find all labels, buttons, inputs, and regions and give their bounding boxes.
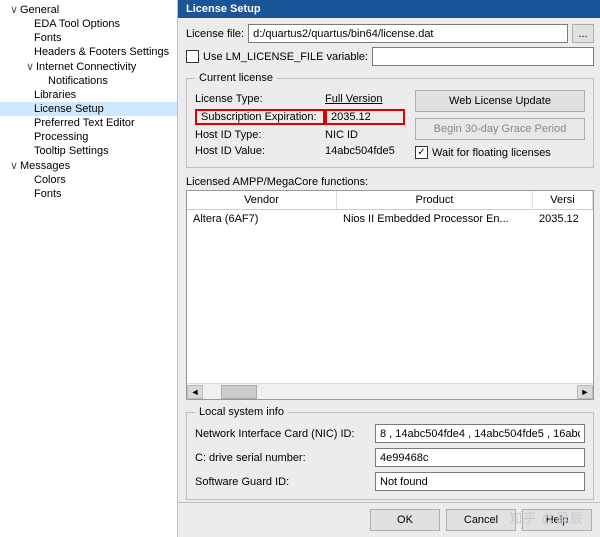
- main-panel: License Setup License file: ... Use LM_L…: [178, 0, 600, 537]
- col-version: Versi: [533, 191, 593, 209]
- table-header: Vendor Product Versi: [187, 191, 593, 210]
- hostid-type-value: NIC ID: [325, 129, 405, 141]
- wait-floating-checkbox[interactable]: ✓ Wait for floating licenses: [415, 146, 585, 159]
- panel-title: License Setup: [178, 0, 600, 18]
- sidebar-item[interactable]: Fonts: [0, 31, 177, 45]
- sidebar-item-label: Notifications: [48, 75, 108, 87]
- sidebar-item-label: Libraries: [34, 89, 76, 101]
- sidebar-item-label: Fonts: [34, 188, 62, 200]
- scroll-thumb[interactable]: [221, 385, 257, 399]
- current-license-legend: Current license: [195, 72, 277, 84]
- local-system-group: Local system info Network Interface Card…: [186, 406, 594, 500]
- web-license-update-button[interactable]: Web License Update: [415, 90, 585, 112]
- use-lm-checkbox[interactable]: Use LM_LICENSE_FILE variable:: [186, 50, 368, 63]
- license-file-input[interactable]: [248, 24, 568, 43]
- horizontal-scrollbar[interactable]: ◄ ►: [187, 383, 593, 399]
- cdrive-label: C: drive serial number:: [195, 452, 375, 464]
- chevron-down-icon: ∨: [8, 3, 20, 16]
- sidebar-item[interactable]: Processing: [0, 130, 177, 144]
- sidebar-item-label: Internet Connectivity: [36, 61, 136, 73]
- sidebar-item[interactable]: ∨Internet Connectivity: [0, 59, 177, 74]
- sidebar-item-label: Tooltip Settings: [34, 145, 109, 157]
- col-product: Product: [337, 191, 533, 209]
- sidebar-item-label: Colors: [34, 174, 66, 186]
- sidebar-item-label: EDA Tool Options: [34, 18, 120, 30]
- license-type-label: License Type:: [195, 93, 325, 105]
- local-system-legend: Local system info: [195, 406, 288, 418]
- sidebar-item[interactable]: ∨General: [0, 2, 177, 17]
- subscription-exp-label: Subscription Expiration:: [195, 109, 325, 125]
- softguard-label: Software Guard ID:: [195, 476, 375, 488]
- hostid-value-label: Host ID Value:: [195, 145, 325, 157]
- functions-table[interactable]: Vendor Product Versi Altera (6AF7) Nios …: [186, 190, 594, 400]
- chevron-down-icon: ∨: [8, 159, 20, 172]
- cell-product: Nios II Embedded Processor En...: [337, 210, 533, 228]
- sidebar-item-label: Headers & Footers Settings: [34, 46, 169, 58]
- chevron-down-icon: ∨: [24, 60, 36, 73]
- license-type-value: Full Version: [325, 93, 405, 105]
- sidebar-item-label: Processing: [34, 131, 88, 143]
- checkbox-box: [186, 50, 199, 63]
- sidebar-item[interactable]: Preferred Text Editor: [0, 116, 177, 130]
- scroll-right-icon[interactable]: ►: [577, 385, 593, 399]
- sidebar-item[interactable]: ∨Messages: [0, 158, 177, 173]
- hostid-value-value: 14abc504fde5: [325, 145, 405, 157]
- table-row[interactable]: Altera (6AF7) Nios II Embedded Processor…: [187, 210, 593, 228]
- sidebar-item[interactable]: Tooltip Settings: [0, 144, 177, 158]
- sidebar-item[interactable]: EDA Tool Options: [0, 17, 177, 31]
- sidebar-item-label: License Setup: [34, 103, 104, 115]
- options-tree[interactable]: ∨GeneralEDA Tool OptionsFontsHeaders & F…: [0, 0, 178, 537]
- sidebar-item[interactable]: Headers & Footers Settings: [0, 45, 177, 59]
- cell-version: 2035.12: [533, 210, 593, 228]
- sidebar-item-label: Fonts: [34, 32, 62, 44]
- cdrive-input[interactable]: [375, 448, 585, 467]
- ok-button[interactable]: OK: [370, 509, 440, 531]
- cancel-button[interactable]: Cancel: [446, 509, 516, 531]
- current-license-group: Current license License Type: Full Versi…: [186, 72, 594, 168]
- nic-id-input[interactable]: [375, 424, 585, 443]
- subscription-exp-value: 2035.12: [325, 109, 405, 125]
- sidebar-item[interactable]: Fonts: [0, 187, 177, 201]
- dialog-footer: OK Cancel Help: [178, 502, 600, 537]
- hostid-type-label: Host ID Type:: [195, 129, 325, 141]
- sidebar-item[interactable]: Libraries: [0, 88, 177, 102]
- col-vendor: Vendor: [187, 191, 337, 209]
- sidebar-item-label: Messages: [20, 160, 70, 172]
- grace-period-button[interactable]: Begin 30-day Grace Period: [415, 118, 585, 140]
- sidebar-item[interactable]: Notifications: [0, 74, 177, 88]
- use-lm-label: Use LM_LICENSE_FILE variable:: [203, 51, 368, 63]
- browse-button[interactable]: ...: [572, 24, 594, 43]
- cell-vendor: Altera (6AF7): [187, 210, 337, 228]
- checkbox-box: ✓: [415, 146, 428, 159]
- softguard-input[interactable]: [375, 472, 585, 491]
- functions-label: Licensed AMPP/MegaCore functions:: [186, 176, 594, 188]
- wait-floating-label: Wait for floating licenses: [432, 147, 551, 159]
- sidebar-item[interactable]: License Setup: [0, 102, 177, 116]
- nic-id-label: Network Interface Card (NIC) ID:: [195, 428, 375, 440]
- help-button[interactable]: Help: [522, 509, 592, 531]
- sidebar-item-label: Preferred Text Editor: [34, 117, 135, 129]
- license-file-label: License file:: [186, 28, 244, 40]
- use-lm-input[interactable]: [372, 47, 594, 66]
- scroll-left-icon[interactable]: ◄: [187, 385, 203, 399]
- sidebar-item-label: General: [20, 4, 59, 16]
- sidebar-item[interactable]: Colors: [0, 173, 177, 187]
